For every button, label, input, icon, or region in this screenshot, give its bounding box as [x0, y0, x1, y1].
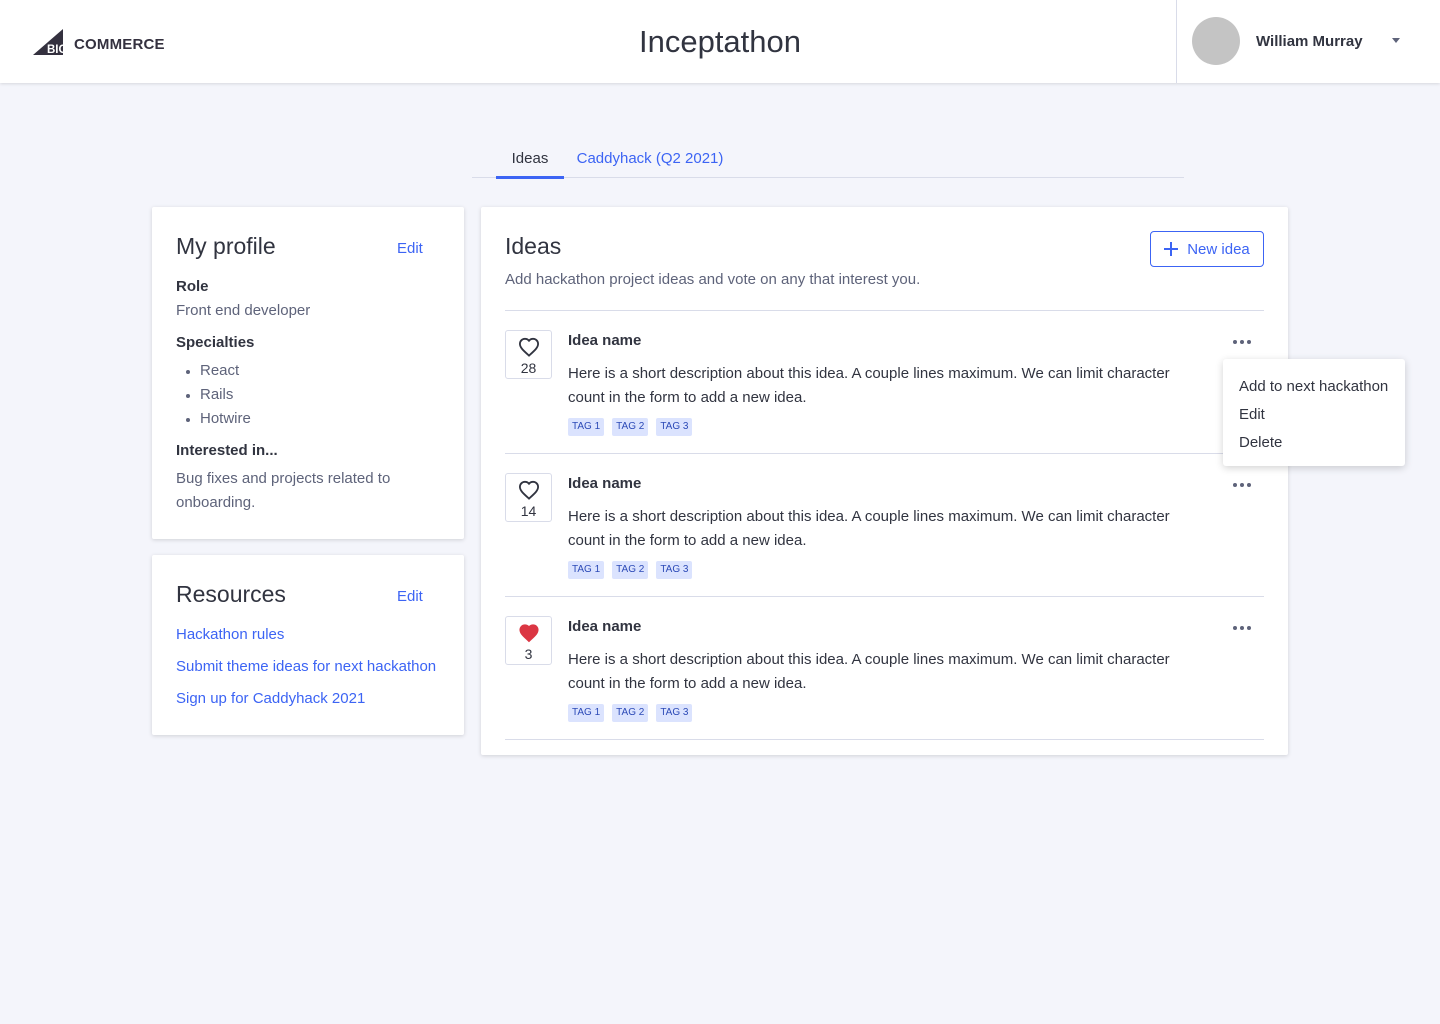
idea-tags: TAG 1 TAG 2 TAG 3	[568, 418, 700, 436]
idea-description: Here is a short description about this i…	[568, 508, 1170, 549]
user-menu[interactable]: William Murray	[1192, 17, 1412, 65]
tab-ideas[interactable]: Ideas	[496, 140, 564, 179]
resource-link-hackathon-rules[interactable]: Hackathon rules	[176, 626, 284, 643]
idea-context-menu: Add to next hackathon Edit Delete	[1223, 359, 1405, 466]
profile-edit-link[interactable]: Edit	[397, 240, 423, 257]
divider	[505, 739, 1264, 740]
idea-item: 14 Idea name Here is a short description…	[505, 453, 1264, 596]
specialties-list: React Rails Hotwire	[176, 359, 251, 431]
heart-filled-icon	[519, 624, 539, 643]
idea-description: Here is a short description about this i…	[568, 651, 1170, 692]
menu-item-edit[interactable]: Edit	[1223, 401, 1405, 429]
idea-description: Here is a short description about this i…	[568, 365, 1170, 406]
chevron-down-icon	[1392, 38, 1400, 43]
tag[interactable]: TAG 3	[656, 418, 693, 436]
menu-item-add-to-next-hackathon[interactable]: Add to next hackathon	[1223, 373, 1405, 401]
tag[interactable]: TAG 1	[568, 704, 605, 722]
avatar	[1192, 17, 1240, 65]
app-header: BIG COMMERCE Inceptathon William Murray	[0, 0, 1440, 83]
new-idea-label: New idea	[1187, 240, 1250, 258]
tag[interactable]: TAG 3	[656, 704, 693, 722]
profile-title: My profile	[176, 233, 276, 259]
ideas-subtitle: Add hackathon project ideas and vote on …	[505, 271, 921, 288]
logo-text: COMMERCE	[74, 35, 165, 53]
more-options-icon[interactable]	[1230, 334, 1254, 350]
bigcommerce-logo[interactable]: BIG COMMERCE	[33, 28, 165, 56]
vote-button[interactable]: 3	[505, 616, 552, 665]
tag[interactable]: TAG 2	[612, 704, 649, 722]
specialty-item: Hotwire	[176, 407, 251, 431]
interested-label: Interested in...	[176, 442, 278, 459]
idea-name: Idea name	[568, 475, 642, 492]
tab-bar: Ideas Caddyhack (Q2 2021)	[472, 140, 1184, 179]
tag[interactable]: TAG 3	[656, 561, 693, 579]
idea-item: 28 Idea name Here is a short description…	[505, 310, 1264, 453]
menu-item-delete[interactable]: Delete	[1223, 429, 1405, 457]
resource-link-submit-theme[interactable]: Submit theme ideas for next hackathon	[176, 658, 436, 675]
resources-edit-link[interactable]: Edit	[397, 588, 423, 605]
idea-name: Idea name	[568, 618, 642, 635]
ideas-card: Ideas Add hackathon project ideas and vo…	[481, 207, 1288, 755]
idea-tags: TAG 1 TAG 2 TAG 3	[568, 704, 700, 722]
resource-link-sign-up[interactable]: Sign up for Caddyhack 2021	[176, 690, 365, 707]
svg-text:BIG: BIG	[47, 44, 68, 55]
vote-count: 14	[520, 503, 537, 519]
more-options-icon[interactable]	[1230, 620, 1254, 636]
vote-button[interactable]: 28	[505, 330, 552, 379]
heart-outline-icon	[518, 480, 540, 500]
user-name: William Murray	[1256, 32, 1363, 50]
vote-count: 3	[524, 646, 533, 662]
specialty-item: Rails	[176, 383, 251, 407]
tag[interactable]: TAG 1	[568, 561, 605, 579]
resources-title: Resources	[176, 581, 286, 607]
tag[interactable]: TAG 2	[612, 561, 649, 579]
role-label: Role	[176, 278, 209, 295]
interested-value: Bug fixes and projects related to onboar…	[176, 470, 391, 511]
more-options-icon[interactable]	[1230, 477, 1254, 493]
specialty-item: React	[176, 359, 251, 383]
specialties-label: Specialties	[176, 334, 255, 351]
ideas-title: Ideas	[505, 233, 562, 259]
heart-outline-icon	[518, 337, 540, 357]
idea-item: 3 Idea name Here is a short description …	[505, 596, 1264, 739]
new-idea-button[interactable]: New idea	[1150, 231, 1264, 267]
profile-card: My profile Edit Role Front end developer…	[152, 207, 464, 539]
bigcommerce-logo-mark: BIG	[33, 29, 68, 55]
idea-tags: TAG 1 TAG 2 TAG 3	[568, 561, 700, 579]
tag[interactable]: TAG 1	[568, 418, 605, 436]
tag[interactable]: TAG 2	[612, 418, 649, 436]
vote-count: 28	[520, 360, 537, 376]
tab-caddyhack[interactable]: Caddyhack (Q2 2021)	[572, 140, 728, 178]
idea-name: Idea name	[568, 332, 642, 349]
header-divider	[1176, 0, 1177, 83]
plus-icon	[1164, 242, 1179, 256]
role-value: Front end developer	[176, 302, 311, 319]
resources-card: Resources Edit Hackathon rules Submit th…	[152, 555, 464, 735]
vote-button[interactable]: 14	[505, 473, 552, 522]
